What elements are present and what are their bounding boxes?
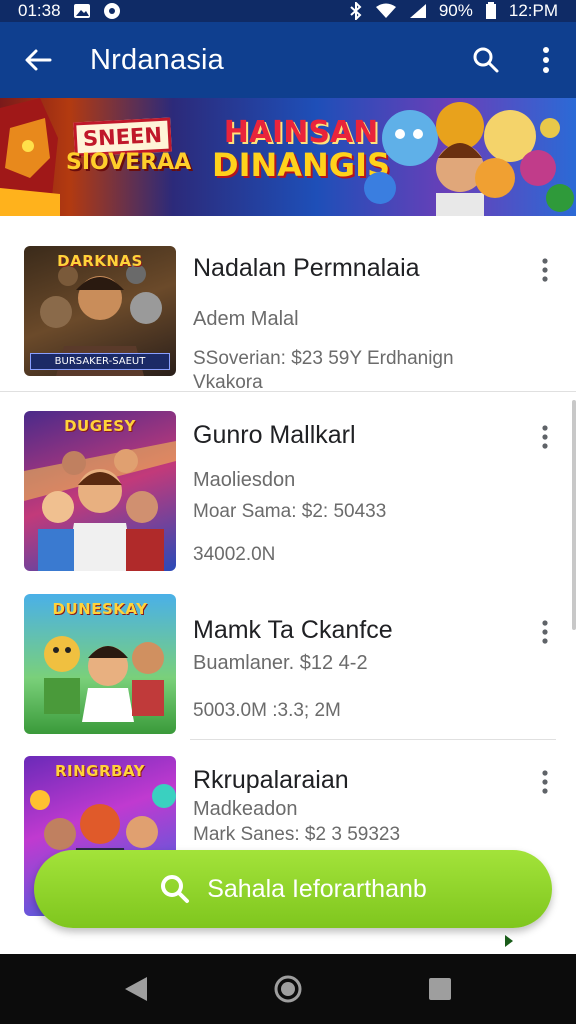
- signal-icon: [409, 3, 427, 19]
- search-action-label: Sahala Ieforarthanb: [207, 874, 427, 903]
- thumbnail-caption: DARKNAS: [57, 252, 143, 270]
- record-icon: [103, 2, 121, 20]
- list-item[interactable]: DUNESKAY Mamk Ta Ckanfce Buamlaner. $12 …: [0, 586, 576, 736]
- more-options-button[interactable]: [516, 22, 576, 98]
- search-button[interactable]: [456, 22, 516, 98]
- more-vert-icon: [542, 770, 548, 794]
- item-title: Nadalan Permnalaia: [193, 254, 420, 282]
- item-subtitle: Madkeadon: [193, 798, 298, 820]
- system-nav-bar: [0, 954, 576, 1024]
- item-subtitle: Maoliesdon: [193, 469, 296, 491]
- status-left: 01:38: [18, 1, 121, 21]
- more-vert-icon: [542, 620, 548, 644]
- game-thumbnail: DUNESKAY: [24, 594, 176, 734]
- page-title: Nrdanasia: [90, 43, 224, 76]
- battery-percent: 90%: [438, 1, 473, 20]
- list-item[interactable]: DUGESY Gunro Mallkarl Maoliesdon Moar Sa…: [0, 401, 576, 571]
- search-icon: [161, 875, 190, 903]
- promo-banner[interactable]: SNEEN SIOVERAA HAINSAN DINANGIS: [0, 98, 576, 216]
- battery-icon: [485, 2, 497, 20]
- back-button[interactable]: [0, 22, 76, 98]
- item-subtitle: Adem Malal: [193, 308, 299, 330]
- game-thumbnail: DARKNAS BURSAKER-SAEUT: [24, 246, 176, 376]
- search-icon: [473, 47, 499, 73]
- banner-logo-line2: SIOVERAA: [66, 150, 192, 175]
- status-bar: 01:38 90% 12:PM: [0, 0, 576, 22]
- status-right: 90% 12:PM: [349, 1, 558, 21]
- item-more-button[interactable]: [530, 417, 560, 457]
- more-vert-icon: [542, 258, 548, 282]
- thumbnail-caption: DUGESY: [64, 417, 136, 435]
- thumbnail-caption: DUNESKAY: [52, 600, 148, 618]
- item-meta: SSoverian: $23 59Y Erdhanign: [193, 348, 454, 369]
- thumbnail-caption: RINGRBAY: [54, 762, 145, 780]
- item-more-button[interactable]: [530, 762, 560, 802]
- item-subtitle: Buamlaner. $12 4-2: [193, 652, 368, 674]
- item-meta: 5003.0M :3.3; 2M: [193, 700, 341, 721]
- banner-characters-image: [364, 102, 574, 216]
- app-bar: Nrdanasia: [0, 22, 576, 98]
- item-more-button[interactable]: [530, 612, 560, 652]
- status-time: 01:38: [18, 1, 61, 20]
- item-title: Gunro Mallkarl: [193, 421, 356, 449]
- game-artwork-image: [24, 441, 176, 571]
- nav-home-icon: [274, 975, 302, 1003]
- search-action-button[interactable]: Sahala Ieforarthanb: [34, 850, 552, 928]
- hero-character-image: [0, 98, 60, 216]
- thumbnail-footer: BURSAKER-SAEUT: [30, 353, 170, 370]
- divider: [190, 739, 556, 740]
- item-meta: Mark Sanes: $2 3 59323: [193, 824, 401, 845]
- item-meta: Moar Sama: $2: 50433: [193, 501, 387, 522]
- play-arrow-icon: [505, 935, 513, 947]
- list-item[interactable]: DARKNAS BURSAKER-SAEUT Nadalan Permnalai…: [0, 236, 576, 396]
- nav-home-button[interactable]: [258, 959, 318, 1019]
- game-thumbnail: DUGESY: [24, 411, 176, 571]
- arrow-left-icon: [25, 49, 52, 71]
- banner-logo: SNEEN SIOVERAA: [66, 117, 191, 184]
- nav-back-button[interactable]: [106, 959, 166, 1019]
- nav-recents-icon: [429, 978, 451, 1000]
- item-meta-secondary: 34002.0N: [193, 544, 276, 565]
- scrollbar[interactable]: [572, 400, 576, 630]
- image-icon: [73, 3, 91, 19]
- wifi-icon: [375, 3, 397, 19]
- divider: [0, 391, 576, 392]
- item-title: Rkrupalaraian: [193, 766, 349, 794]
- nav-recents-button[interactable]: [410, 959, 470, 1019]
- more-vert-icon: [543, 47, 549, 73]
- bluetooth-icon: [349, 2, 363, 20]
- item-title: Mamk Ta Ckanfce: [193, 616, 393, 644]
- more-vert-icon: [542, 425, 548, 449]
- status-clock: 12:PM: [508, 1, 558, 20]
- nav-back-icon: [125, 977, 147, 1001]
- item-more-button[interactable]: [530, 250, 560, 290]
